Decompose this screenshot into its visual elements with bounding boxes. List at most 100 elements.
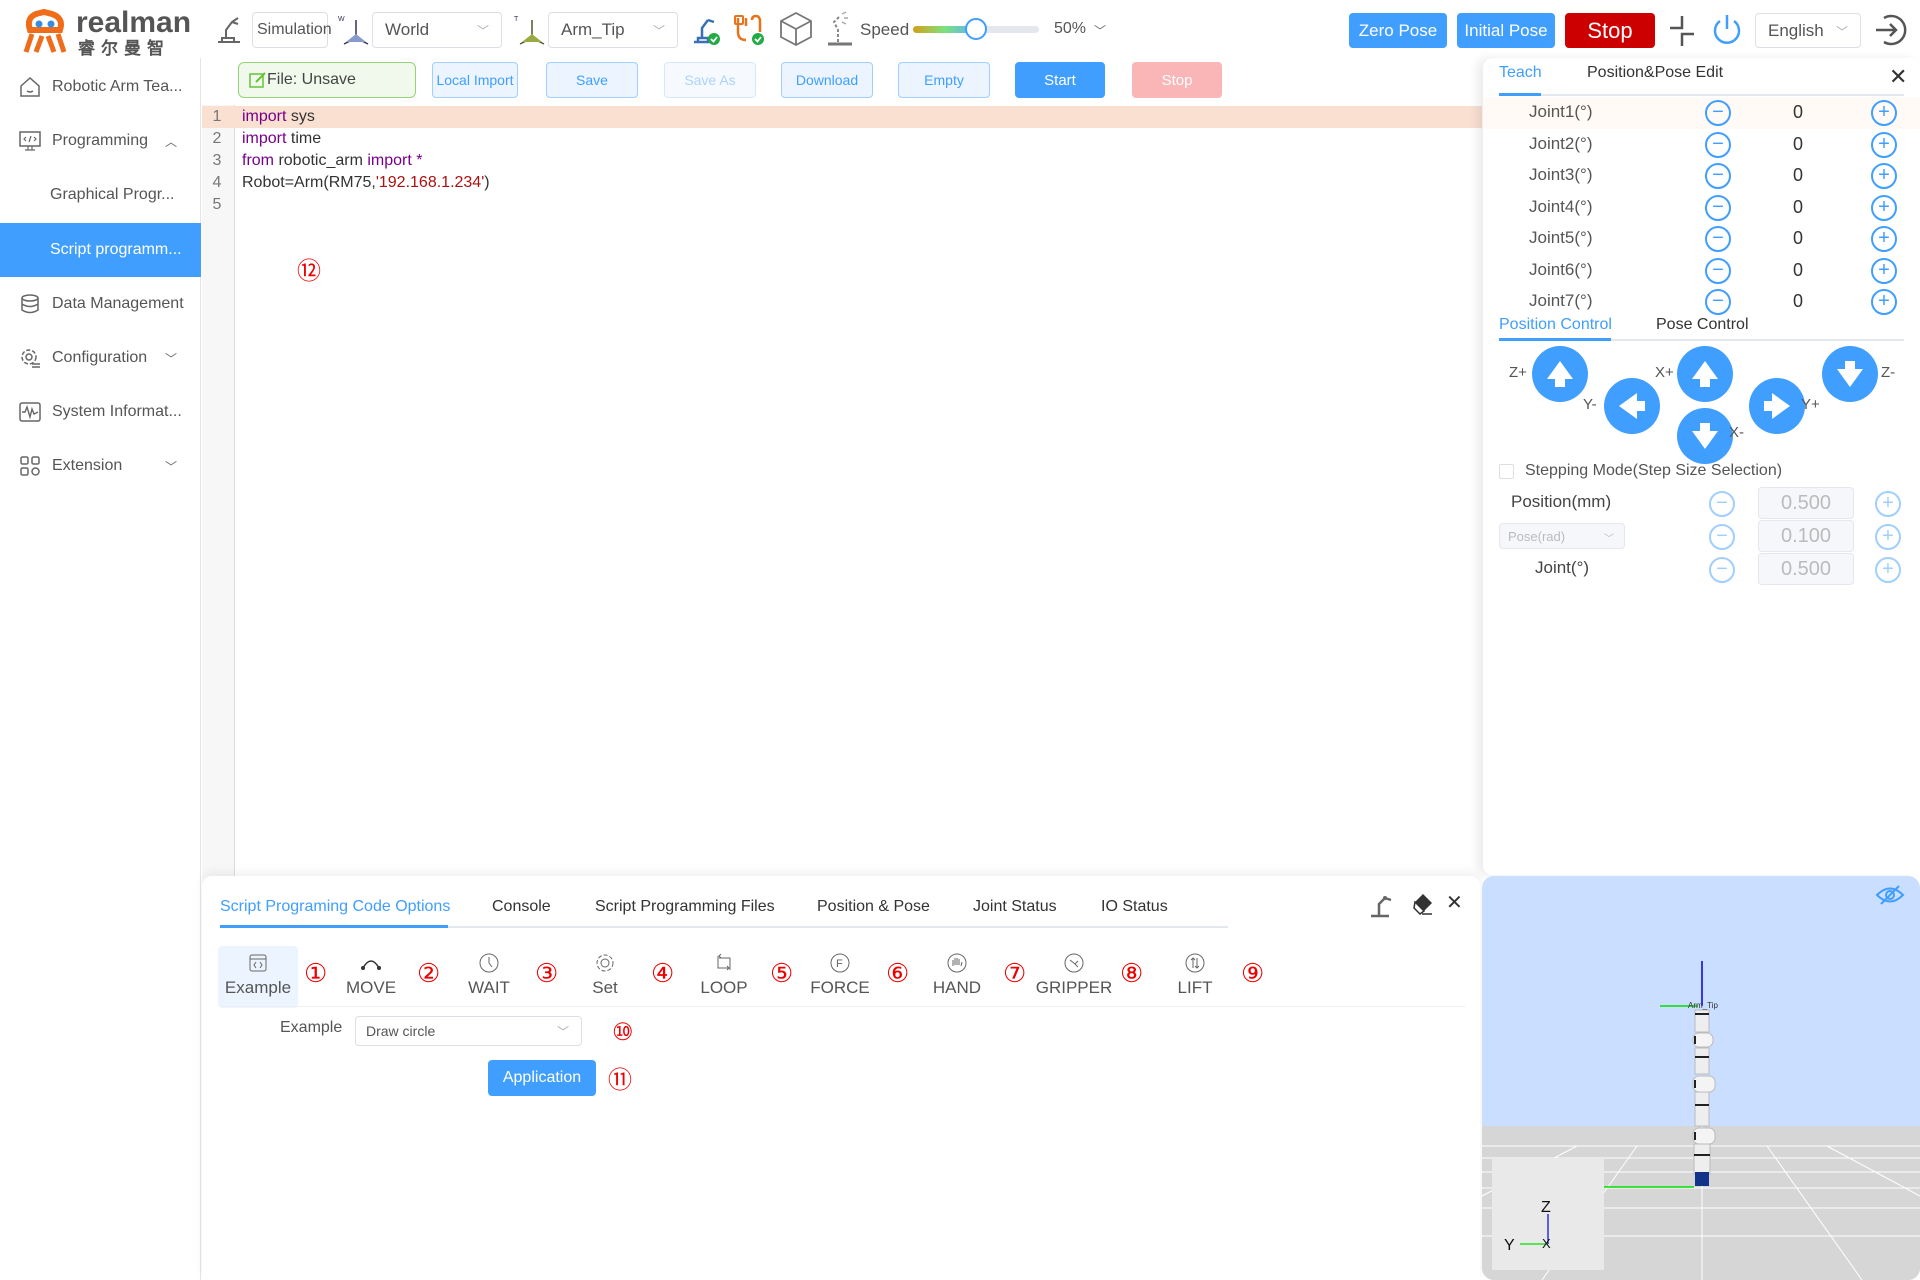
tab-pose-control[interactable]: Pose Control: [1656, 316, 1749, 334]
sidebar-item-script-programming[interactable]: Script programm...: [0, 223, 201, 277]
joint-step-input[interactable]: 0.500: [1758, 553, 1854, 585]
option-wait[interactable]: WAIT: [449, 946, 529, 1008]
save-as-button[interactable]: Save As: [664, 62, 756, 98]
robot-connected-icon[interactable]: [688, 12, 722, 46]
application-button[interactable]: Application: [488, 1060, 596, 1096]
code-line[interactable]: 3 from robotic_arm import *: [202, 150, 1482, 172]
sidebar-item-robotic-arm-teach[interactable]: Robotic Arm Tea...: [0, 60, 201, 114]
empty-button[interactable]: Empty: [898, 62, 990, 98]
stepping-mode-checkbox[interactable]: [1499, 464, 1514, 479]
pose-step-minus-button[interactable]: −: [1709, 524, 1735, 550]
option-loop[interactable]: LOOP: [684, 946, 764, 1008]
tab-position-pose-edit[interactable]: Position&Pose Edit: [1587, 64, 1723, 82]
start-button[interactable]: Start: [1015, 62, 1105, 98]
tab-script-files[interactable]: Script Programming Files: [595, 898, 775, 916]
tab-console[interactable]: Console: [492, 898, 551, 916]
option-set[interactable]: Set: [565, 946, 645, 1008]
robot-arm-icon[interactable]: [1367, 890, 1395, 918]
language-select[interactable]: English ﹀: [1755, 13, 1861, 48]
tab-position-control[interactable]: Position Control: [1499, 316, 1612, 334]
pose-unit-select[interactable]: Pose(rad) ﹀: [1499, 523, 1625, 549]
option-lift[interactable]: LIFT: [1155, 946, 1235, 1008]
joint-plus-button[interactable]: +: [1871, 289, 1897, 315]
io-connected-icon[interactable]: [732, 12, 766, 46]
initial-pose-button[interactable]: Initial Pose: [1457, 13, 1555, 48]
code-line[interactable]: 1 import sys: [202, 106, 1482, 128]
joint-minus-button[interactable]: −: [1705, 226, 1731, 252]
close-icon[interactable]: ✕: [1889, 64, 1907, 90]
speed-slider[interactable]: [913, 18, 1039, 40]
speed-slider-handle[interactable]: [965, 18, 987, 40]
sidebar-item-extension[interactable]: Extension ﹀: [0, 439, 201, 493]
collapse-icon[interactable]: [1668, 14, 1696, 48]
logout-icon[interactable]: [1872, 12, 1908, 48]
stop-script-button[interactable]: Stop: [1132, 62, 1222, 98]
script-editor-area: File: Unsave Local Import Save Save As D…: [202, 58, 1482, 928]
tab-joint-status[interactable]: Joint Status: [973, 898, 1057, 916]
joint-minus-button[interactable]: −: [1705, 131, 1731, 158]
local-import-button[interactable]: Local Import: [432, 62, 518, 98]
joint-minus-button[interactable]: −: [1705, 194, 1731, 221]
tab-position-pose[interactable]: Position & Pose: [817, 898, 930, 916]
joint-minus-button[interactable]: −: [1705, 100, 1731, 126]
option-hand[interactable]: HAND: [917, 946, 997, 1008]
sidebar-item-system-information[interactable]: System Informat...: [0, 385, 201, 439]
zero-pose-button[interactable]: Zero Pose: [1349, 13, 1447, 48]
3d-simulation-view[interactable]: Arm_Tip Z Y X: [1482, 876, 1920, 1280]
power-icon[interactable]: [1710, 12, 1744, 48]
sidebar-item-graphical-programming[interactable]: Graphical Progr...: [0, 168, 201, 222]
tab-teach[interactable]: Teach: [1499, 64, 1542, 82]
joint-minus-button[interactable]: −: [1705, 289, 1731, 315]
position-step-minus-button[interactable]: −: [1709, 491, 1735, 517]
speed-percent[interactable]: 50%: [1054, 20, 1086, 38]
save-button[interactable]: Save: [546, 62, 638, 98]
close-icon[interactable]: ✕: [1446, 890, 1463, 915]
hide-view-icon[interactable]: [1875, 884, 1905, 906]
sidebar-item-data-management[interactable]: Data Management: [0, 277, 201, 331]
option-move[interactable]: MOVE: [331, 946, 411, 1008]
pose-step-plus-button[interactable]: +: [1875, 524, 1901, 550]
speed-chevron-icon[interactable]: ﹀: [1094, 22, 1106, 39]
x-minus-button[interactable]: [1677, 408, 1733, 464]
tab-io-status[interactable]: IO Status: [1101, 898, 1168, 916]
eraser-icon[interactable]: [1412, 892, 1434, 916]
x-plus-button[interactable]: [1677, 346, 1733, 402]
tab-code-options[interactable]: Script Programing Code Options: [220, 898, 450, 916]
option-force[interactable]: F FORCE: [800, 946, 880, 1008]
code-line[interactable]: 2 import time: [202, 128, 1482, 150]
joint-minus-button[interactable]: −: [1705, 163, 1731, 189]
z-plus-button[interactable]: [1532, 346, 1588, 402]
code-line[interactable]: 5: [202, 194, 1482, 216]
z-minus-button[interactable]: [1822, 346, 1878, 402]
download-button[interactable]: Download: [781, 62, 873, 98]
joint-minus-button[interactable]: −: [1705, 257, 1731, 284]
emergency-stop-button[interactable]: Stop: [1565, 13, 1655, 48]
joint-plus-button[interactable]: +: [1871, 194, 1897, 221]
option-gripper[interactable]: GRIPPER: [1034, 946, 1114, 1008]
joint-step-plus-button[interactable]: +: [1875, 557, 1901, 583]
line-number: 5: [212, 196, 222, 213]
coordinate-select[interactable]: World ﹀: [372, 12, 502, 48]
y-minus-button[interactable]: [1604, 378, 1660, 434]
y-plus-button[interactable]: [1749, 378, 1805, 434]
joint-plus-button[interactable]: +: [1871, 100, 1897, 126]
position-step-input[interactable]: 0.500: [1758, 487, 1854, 519]
joint-plus-button[interactable]: +: [1871, 163, 1897, 189]
joint-plus-button[interactable]: +: [1871, 226, 1897, 252]
code-line[interactable]: 4 Robot=Arm(RM75,'192.168.1.234'): [202, 172, 1482, 194]
option-label: LIFT: [1177, 978, 1213, 997]
option-example[interactable]: Example: [218, 946, 298, 1008]
stepping-mode-label: Stepping Mode(Step Size Selection): [1525, 462, 1783, 479]
position-step-plus-button[interactable]: +: [1875, 491, 1901, 517]
joint-step-minus-button[interactable]: −: [1709, 557, 1735, 583]
3d-cube-icon[interactable]: [778, 10, 814, 48]
tool-select[interactable]: Arm_Tip ﹀: [548, 12, 678, 48]
joint-plus-button[interactable]: +: [1871, 131, 1897, 158]
example-select[interactable]: Draw circle ﹀: [355, 1016, 582, 1046]
sidebar-item-configuration[interactable]: Configuration ﹀: [0, 331, 201, 385]
joint-plus-button[interactable]: +: [1871, 257, 1897, 284]
pose-step-input[interactable]: 0.100: [1758, 520, 1854, 552]
sidebar-item-programming[interactable]: Programming ︿: [0, 114, 201, 168]
mode-select[interactable]: Simulation: [252, 12, 332, 48]
robot-arm-mode-icon[interactable]: [212, 12, 246, 46]
